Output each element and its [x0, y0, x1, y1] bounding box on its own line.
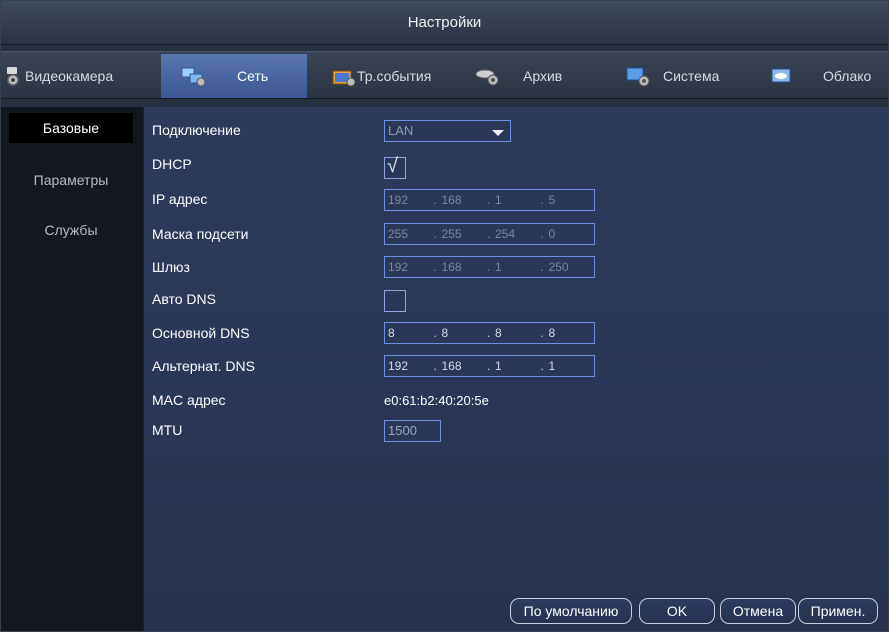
- ip-separator: .: [433, 260, 437, 274]
- main-tabs: Видеокамера Сеть Тр.события Архив Систем…: [1, 51, 888, 99]
- tab-archive[interactable]: Архив: [469, 54, 607, 98]
- network-settings-panel: Подключение LAN DHCP √ IP адрес 192 168.…: [143, 107, 888, 631]
- tab-archive-label: Архив: [523, 68, 563, 84]
- gateway-octet-2[interactable]: 168.: [434, 257, 488, 277]
- primary-dns-input[interactable]: 8 8. 8. 8.: [384, 322, 595, 344]
- cancel-button[interactable]: Отмена: [720, 598, 796, 624]
- gateway-input[interactable]: 192 168. 1. 250.: [384, 256, 595, 278]
- dns1-octet-1[interactable]: 8: [385, 323, 434, 343]
- ip-separator: .: [540, 193, 544, 207]
- ip-separator: .: [540, 326, 544, 340]
- sidebar-item-services[interactable]: Службы: [9, 215, 133, 245]
- dns2-octet-4[interactable]: 1.: [541, 356, 595, 376]
- auto-dns-label: Авто DNS: [152, 291, 216, 307]
- tab-system-label: Система: [663, 68, 720, 84]
- default-button[interactable]: По умолчанию: [510, 598, 632, 624]
- auto-dns-checkbox[interactable]: [384, 290, 406, 312]
- alternate-dns-label: Альтернат. DNS: [152, 358, 255, 374]
- tab-events[interactable]: Тр.события: [325, 54, 463, 98]
- tab-cloud[interactable]: Облако: [763, 54, 888, 98]
- network-icon: [181, 67, 206, 87]
- ip-separator: .: [540, 359, 544, 373]
- tab-events-label: Тр.события: [357, 68, 432, 84]
- connection-value: LAN: [388, 123, 414, 138]
- sidebar-item-parameters[interactable]: Параметры: [9, 165, 133, 195]
- window-title: Настройки: [1, 1, 888, 45]
- check-mark-icon: √: [387, 155, 398, 177]
- mac-value: e0:61:b2:40:20:5e: [384, 393, 489, 408]
- ip-octet-4[interactable]: 5.: [541, 190, 595, 210]
- ip-separator: .: [487, 193, 491, 207]
- connection-select[interactable]: LAN: [384, 120, 511, 142]
- ip-separator: .: [433, 359, 437, 373]
- tab-camera[interactable]: Видеокамера: [3, 54, 153, 98]
- tab-network[interactable]: Сеть: [161, 54, 307, 98]
- dhcp-label: DHCP: [152, 156, 192, 172]
- ip-separator: .: [487, 227, 491, 241]
- dns2-octet-2[interactable]: 168.: [434, 356, 488, 376]
- sidebar-item-basic[interactable]: Базовые: [9, 113, 133, 143]
- cloud-icon: [771, 68, 791, 83]
- ip-separator: .: [540, 227, 544, 241]
- mtu-label: MTU: [152, 422, 183, 438]
- dhcp-checkbox[interactable]: √: [384, 155, 406, 179]
- dns2-octet-1[interactable]: 192: [385, 356, 434, 376]
- tab-network-label: Сеть: [237, 68, 269, 84]
- ip-separator: .: [540, 260, 544, 274]
- mask-octet-1[interactable]: 255: [385, 224, 434, 244]
- ip-octet-1[interactable]: 192: [385, 190, 434, 210]
- connection-label: Подключение: [152, 122, 241, 138]
- ip-separator: .: [487, 260, 491, 274]
- dns1-octet-2[interactable]: 8.: [434, 323, 488, 343]
- mask-label: Маска подсети: [152, 226, 249, 242]
- chevron-down-icon: [492, 130, 504, 136]
- ip-separator: .: [433, 326, 437, 340]
- ip-separator: .: [433, 193, 437, 207]
- gateway-octet-4[interactable]: 250.: [541, 257, 595, 277]
- subnet-mask-input[interactable]: 255 255. 254. 0.: [384, 223, 595, 245]
- mask-octet-3[interactable]: 254.: [487, 224, 541, 244]
- mask-octet-4[interactable]: 0.: [541, 224, 595, 244]
- dns1-octet-3[interactable]: 8.: [487, 323, 541, 343]
- primary-dns-label: Основной DNS: [152, 325, 250, 341]
- tab-system[interactable]: Система: [619, 54, 757, 98]
- mask-octet-2[interactable]: 255.: [434, 224, 488, 244]
- tab-camera-label: Видеокамера: [25, 68, 114, 84]
- gateway-octet-1[interactable]: 192: [385, 257, 434, 277]
- ok-button[interactable]: OK: [639, 598, 715, 624]
- ip-address-input[interactable]: 192 168. 1. 5.: [384, 189, 595, 211]
- ip-separator: .: [487, 326, 491, 340]
- gateway-octet-3[interactable]: 1.: [487, 257, 541, 277]
- mac-label: MAC адрес: [152, 392, 226, 408]
- settings-window: Настройки Видеокамера Сеть Тр.события Ар…: [0, 0, 889, 632]
- mtu-input[interactable]: 1500: [384, 420, 441, 442]
- gateway-label: Шлюз: [152, 259, 190, 275]
- ip-octet-2[interactable]: 168.: [434, 190, 488, 210]
- alarm-event-icon: [332, 70, 356, 87]
- ip-label: IP адрес: [152, 191, 208, 207]
- dns2-octet-3[interactable]: 1.: [487, 356, 541, 376]
- tab-cloud-label: Облако: [823, 68, 872, 84]
- sidebar: Базовые Параметры Службы: [1, 107, 143, 631]
- system-gear-icon: [626, 67, 650, 87]
- apply-button[interactable]: Примен.: [798, 598, 878, 624]
- alternate-dns-input[interactable]: 192 168. 1. 1.: [384, 355, 595, 377]
- storage-gear-icon: [475, 69, 499, 86]
- ip-separator: .: [487, 359, 491, 373]
- ip-separator: .: [433, 227, 437, 241]
- dns1-octet-4[interactable]: 8.: [541, 323, 595, 343]
- ip-octet-3[interactable]: 1.: [487, 190, 541, 210]
